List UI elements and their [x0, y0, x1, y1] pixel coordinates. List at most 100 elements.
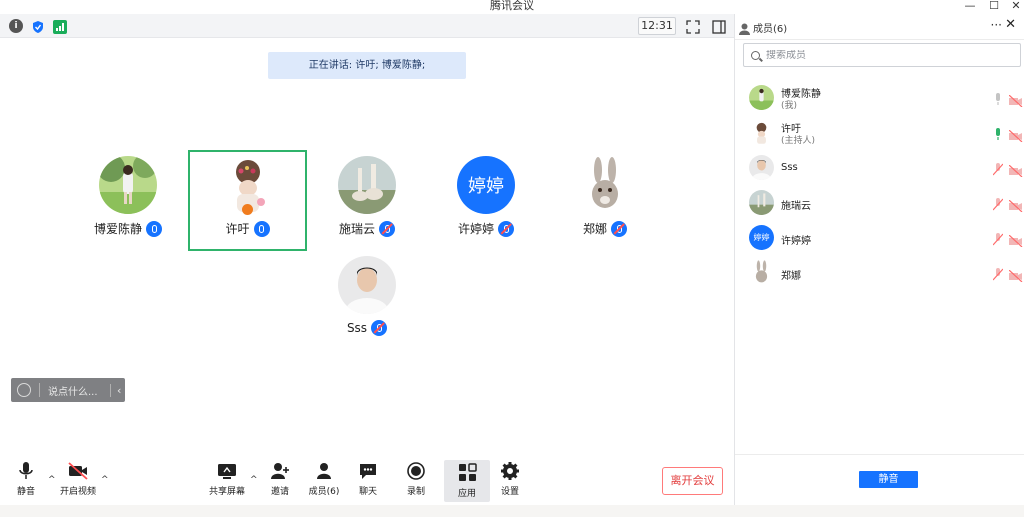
members-panel-title: 成员(6) — [753, 24, 788, 35]
member-search-input[interactable] — [766, 49, 1006, 61]
video-off-icon[interactable] — [1008, 92, 1023, 108]
minimize-button[interactable]: — — [962, 0, 978, 12]
mic-on-icon — [253, 220, 270, 237]
participant-tile-active[interactable]: 许吁 — [188, 150, 307, 251]
maximize-button[interactable]: ☐ — [986, 0, 1002, 12]
mic-muted-icon[interactable] — [992, 161, 1004, 176]
member-search[interactable] — [743, 43, 1021, 67]
member-name: 许婷婷 — [781, 236, 811, 247]
participant-tile[interactable]: 施瑞云 — [307, 150, 427, 250]
info-icon[interactable]: i — [9, 19, 23, 33]
window-title: 腾讯会议 — [490, 0, 534, 12]
record-button[interactable]: 录制 — [395, 461, 437, 501]
member-name: 郑娜 — [781, 271, 801, 282]
mic-muted-icon — [371, 320, 388, 336]
apps-button[interactable]: 应用 — [444, 460, 490, 502]
member-name: 施瑞云 — [781, 201, 811, 212]
close-window-button[interactable]: ✕ — [1008, 0, 1024, 12]
invite-button[interactable]: 邀请 — [259, 461, 301, 501]
avatar: 婷婷 — [457, 156, 515, 214]
emoji-icon[interactable] — [17, 383, 31, 397]
bottom-toolbar: 静音 ^ 开启视频 ^ 共享屏幕 ^ 邀请 成员(6) 聊天 录制 应用 设置 — [0, 455, 734, 505]
add-user-icon — [269, 461, 291, 481]
avatar: 婷婷 — [749, 225, 774, 250]
participant-name: 博爱陈静 — [93, 222, 142, 236]
participant-tile[interactable]: Sss — [307, 250, 427, 350]
gear-icon — [499, 461, 521, 481]
members-panel: 成员(6) ··· ✕ 博爱陈静 (我) 许吁 (主持人) — [734, 14, 1024, 505]
fullscreen-icon[interactable] — [686, 19, 700, 34]
avatar — [749, 190, 774, 215]
member-row[interactable]: Sss — [735, 151, 1024, 185]
video-off-icon[interactable] — [1008, 197, 1023, 213]
video-options-caret[interactable]: ^ — [101, 475, 109, 485]
participant-name: 施瑞云 — [338, 222, 375, 236]
mute-options-caret[interactable]: ^ — [48, 475, 56, 485]
meeting-clock: 12:31 — [638, 17, 676, 35]
member-role: (我) — [781, 101, 798, 111]
video-off-icon[interactable] — [1008, 267, 1023, 283]
avatar — [99, 156, 157, 214]
avatar — [576, 156, 634, 214]
avatar — [749, 260, 774, 285]
settings-button[interactable]: 设置 — [489, 461, 531, 501]
participant-tile[interactable]: 婷婷 许婷婷 — [426, 150, 546, 250]
mic-icon[interactable] — [993, 91, 1003, 105]
mic-muted-icon — [498, 220, 514, 237]
start-video-button[interactable]: 开启视频 — [57, 461, 99, 501]
avatar — [749, 120, 774, 145]
layout-toggle-icon[interactable] — [712, 19, 726, 34]
video-off-icon[interactable] — [1008, 232, 1023, 248]
avatar — [749, 85, 774, 110]
apps-grid-icon — [456, 463, 478, 483]
chat-bubble-icon — [357, 461, 379, 481]
participant-name: 郑娜 — [582, 222, 607, 236]
leave-meeting-button[interactable]: 离开会议 — [662, 467, 723, 495]
video-off-icon[interactable] — [1008, 162, 1023, 178]
members-panel-header: 成员(6) ··· ✕ — [735, 14, 1024, 40]
members-panel-footer: 静音 — [735, 454, 1024, 505]
video-off-icon[interactable] — [1008, 127, 1023, 143]
avatar — [338, 156, 396, 214]
member-row[interactable]: 许吁 (主持人) — [735, 116, 1024, 150]
participant-name: Sss — [346, 321, 368, 335]
more-options-icon[interactable]: ··· — [991, 18, 1002, 32]
chat-placeholder: 说点什么... — [48, 386, 98, 398]
member-name: Sss — [781, 162, 798, 173]
mute-button[interactable]: 静音 — [5, 461, 47, 501]
members-button[interactable]: 成员(6) — [303, 461, 345, 501]
video-off-icon — [67, 461, 89, 481]
record-icon — [405, 461, 427, 481]
mic-active-icon[interactable] — [993, 126, 1003, 140]
member-row[interactable]: 博爱陈静 (我) — [735, 81, 1024, 115]
participant-tile[interactable]: 博爱陈静 — [68, 150, 188, 250]
avatar — [338, 256, 396, 314]
share-options-caret[interactable]: ^ — [250, 475, 258, 485]
chevron-left-icon[interactable]: ‹ — [110, 383, 121, 397]
chat-button[interactable]: 聊天 — [347, 461, 389, 501]
host-badge-icon — [242, 204, 253, 215]
signal-icon[interactable] — [53, 19, 67, 34]
mic-on-icon — [146, 220, 162, 237]
share-screen-button[interactable]: 共享屏幕 — [206, 461, 248, 501]
avatar — [749, 155, 774, 180]
screen-share-icon — [216, 461, 238, 481]
search-icon — [751, 50, 760, 60]
participant-name: 许吁 — [225, 222, 250, 236]
member-row[interactable]: 婷婷 许婷婷 — [735, 221, 1024, 255]
member-role: (主持人) — [781, 136, 816, 146]
title-bar: 腾讯会议 — ☐ ✕ — [0, 0, 1024, 14]
shield-icon[interactable] — [31, 19, 45, 33]
mic-muted-icon[interactable] — [992, 196, 1004, 211]
chat-input[interactable]: 说点什么... ‹ — [11, 378, 125, 402]
participant-tile[interactable]: 郑娜 — [545, 150, 665, 250]
member-row[interactable]: 郑娜 — [735, 256, 1024, 290]
users-icon — [313, 461, 335, 481]
close-panel-icon[interactable]: ✕ — [1005, 17, 1016, 32]
microphone-icon — [15, 461, 37, 481]
mic-muted-icon[interactable] — [992, 231, 1004, 246]
member-row[interactable]: 施瑞云 — [735, 186, 1024, 220]
user-icon — [739, 20, 750, 35]
mic-muted-icon[interactable] — [992, 266, 1004, 281]
mute-all-button[interactable]: 静音 — [859, 471, 918, 488]
